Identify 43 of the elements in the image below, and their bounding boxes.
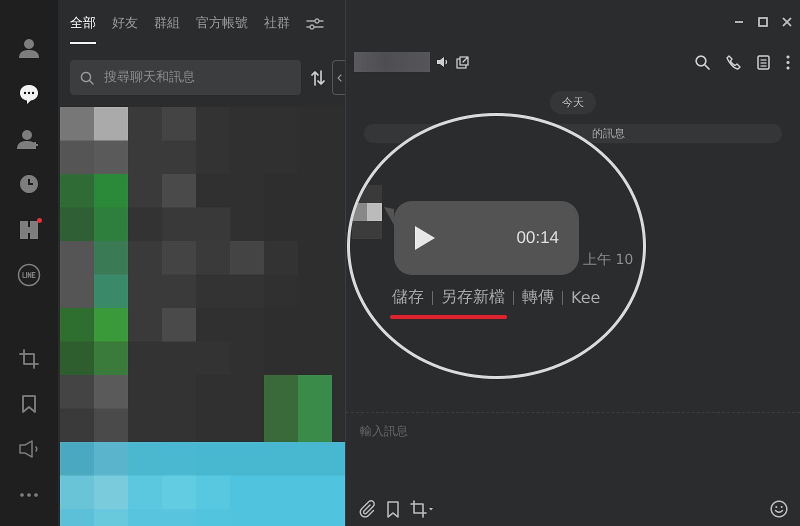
category-tab[interactable]: 好友 (112, 14, 138, 44)
more-icon[interactable] (19, 492, 39, 498)
search-icon[interactable] (693, 52, 712, 72)
voice-duration: 00:14 (516, 228, 559, 248)
crop-icon[interactable] (410, 500, 434, 518)
search-icon (80, 70, 94, 84)
category-tab[interactable]: 官方帳號 (196, 14, 248, 44)
speaker-icon[interactable] (434, 54, 450, 70)
phone-icon[interactable] (724, 52, 743, 72)
clock-icon[interactable] (18, 173, 40, 196)
search-field[interactable]: 搜尋聊天和訊息 (102, 69, 282, 86)
message-action-link[interactable]: 儲存 (392, 287, 424, 308)
speaker-icon[interactable] (18, 439, 40, 460)
emoji-icon[interactable] (770, 500, 788, 518)
message-action-link[interactable]: Kee (571, 288, 600, 307)
minimize-icon[interactable] (734, 21, 744, 23)
message-action-link[interactable]: 另存新檔 (441, 287, 505, 308)
bookmark-icon[interactable] (386, 500, 400, 518)
category-tab[interactable]: 全部 (70, 14, 96, 44)
add-friend-icon[interactable] (17, 128, 41, 150)
crop-icon[interactable] (19, 348, 39, 369)
chevron-left-icon (336, 74, 342, 82)
paperclip-icon[interactable] (358, 500, 376, 518)
category-tab[interactable]: 群組 (154, 14, 180, 44)
chat-bubble-icon[interactable] (18, 82, 40, 105)
date-label: 今天 (550, 91, 596, 114)
notes-icon[interactable] (755, 52, 772, 72)
maximize-button[interactable] (756, 15, 770, 29)
bookmark-icon[interactable] (20, 394, 38, 414)
message-input[interactable]: 輸入訊息 (358, 423, 788, 439)
message-time: 上午 10 (583, 251, 634, 269)
person-icon[interactable] (18, 37, 40, 60)
line-logo-icon[interactable] (17, 263, 41, 288)
popout-icon[interactable] (454, 54, 471, 70)
h-logo-icon[interactable] (19, 220, 39, 240)
message-action-link[interactable]: 轉傳 (522, 287, 554, 308)
pixelated-avatar-drawing (352, 185, 382, 239)
play-icon[interactable] (414, 225, 436, 251)
category-tab[interactable]: 社群 (264, 14, 290, 44)
more-icon[interactable] (784, 52, 792, 72)
collapse-button[interactable] (332, 60, 345, 95)
close-button[interactable] (780, 15, 794, 29)
search-bar[interactable]: 搜尋聊天和訊息 (70, 60, 301, 95)
